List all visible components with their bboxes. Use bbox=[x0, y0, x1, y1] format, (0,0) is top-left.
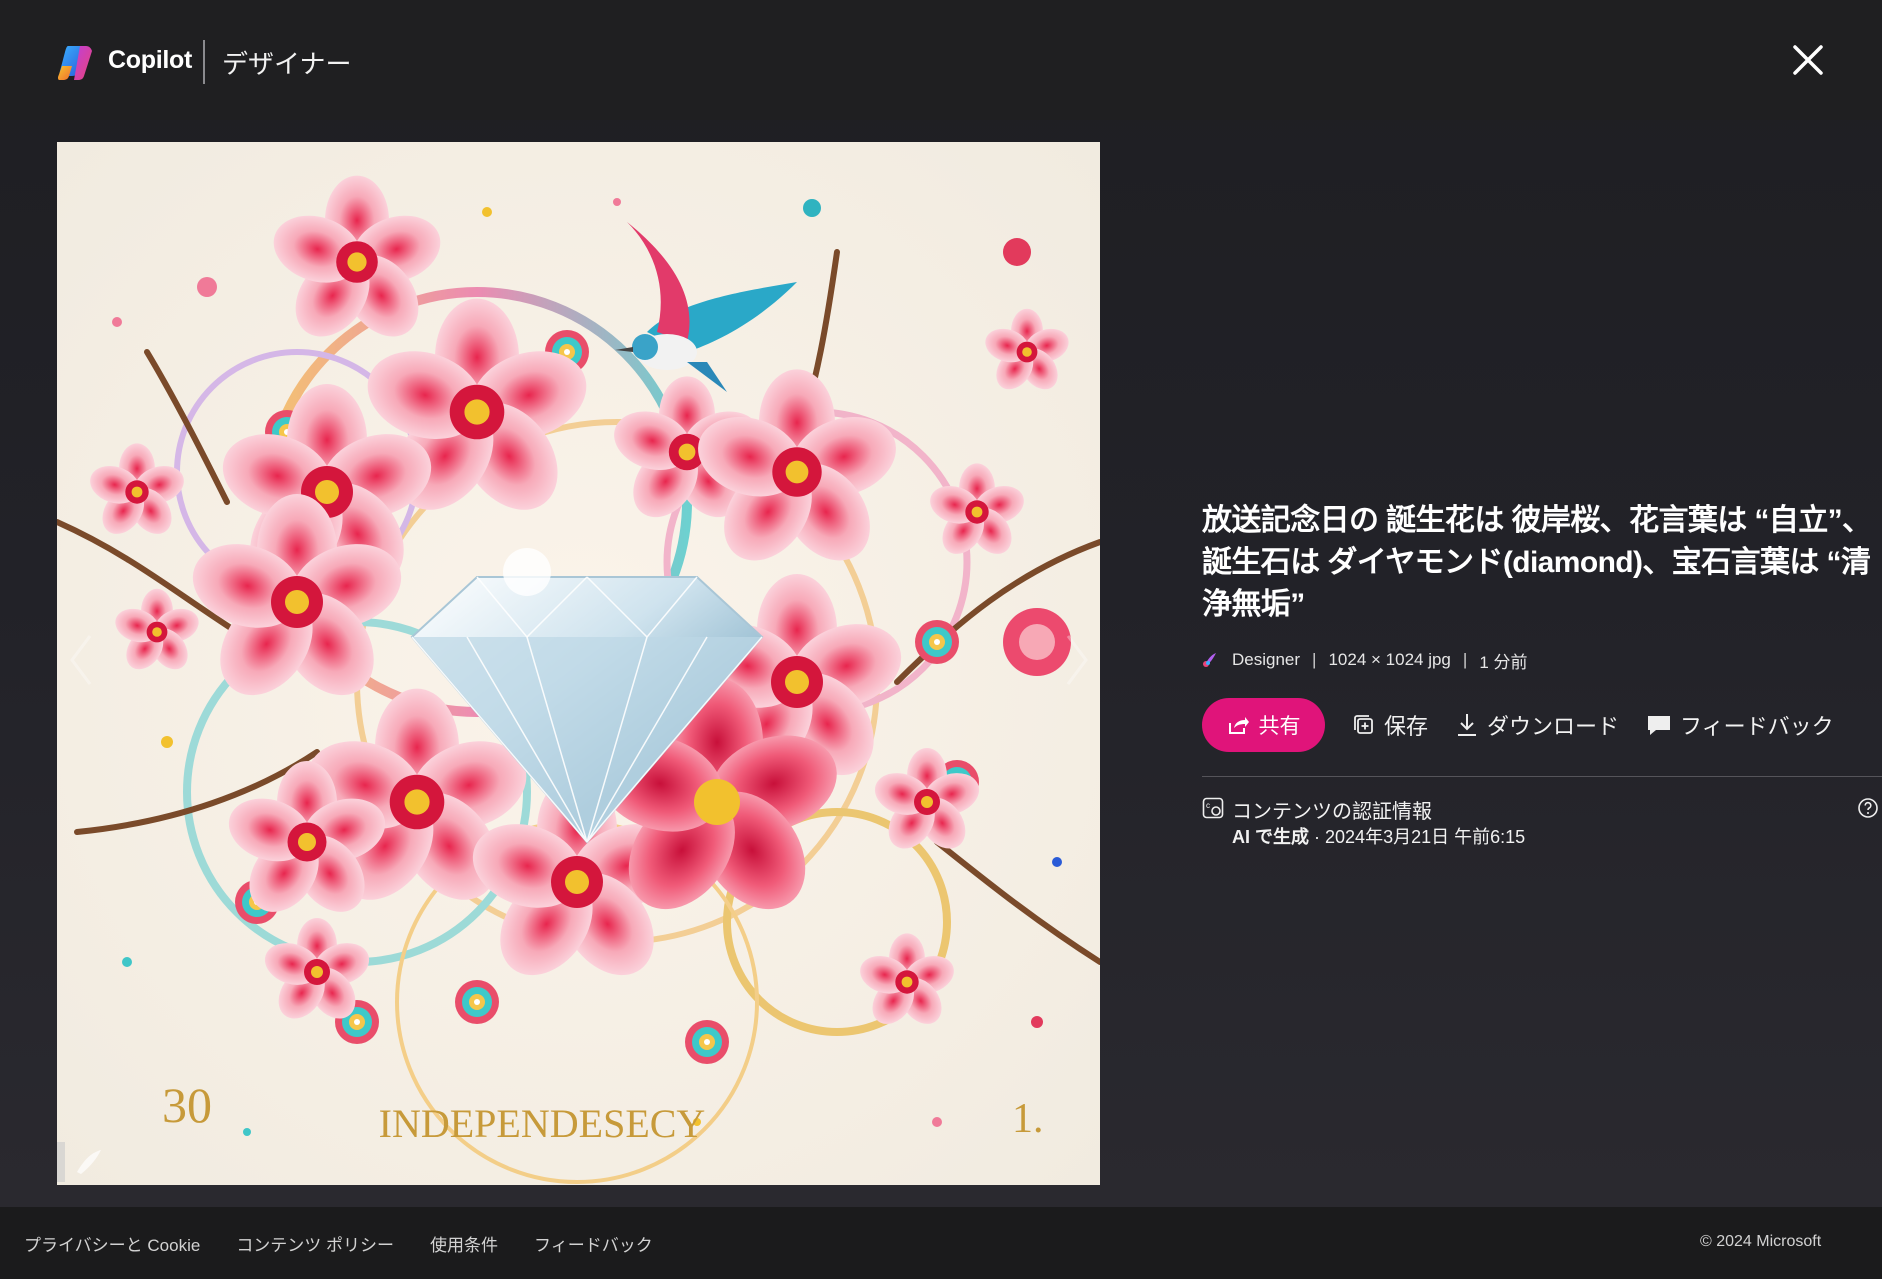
credentials-detail: AI で生成 · 2024年3月21日 午前6:15 bbox=[1232, 823, 1525, 849]
divider bbox=[1202, 776, 1882, 777]
meta-separator: | bbox=[1462, 650, 1468, 669]
feedback-button[interactable]: フィードバック bbox=[1646, 709, 1834, 741]
image-text-left: 30 bbox=[162, 1077, 212, 1133]
copilot-logo-icon[interactable] bbox=[58, 44, 96, 80]
download-label: ダウンロード bbox=[1487, 714, 1620, 739]
meta-size: 1024 × 1024 jpg bbox=[1328, 650, 1451, 669]
footer-link-feedback[interactable]: フィードバック bbox=[534, 1231, 653, 1256]
footer-links: プライバシーと Cookie コンテンツ ポリシー 使用条件 フィードバック bbox=[24, 1231, 689, 1256]
meta-separator: | bbox=[1312, 650, 1317, 669]
footer: プライバシーと Cookie コンテンツ ポリシー 使用条件 フィードバック ©… bbox=[0, 1207, 1882, 1279]
save-collection-icon bbox=[1354, 715, 1373, 734]
brand-name[interactable]: Copilot bbox=[108, 46, 192, 75]
chevron-right-icon[interactable] bbox=[1062, 630, 1092, 690]
copyright: © 2024 Microsoft bbox=[1700, 1233, 1822, 1250]
footer-link-privacy[interactable]: プライバシーと Cookie bbox=[24, 1231, 200, 1256]
generated-image[interactable]: INDEPENDESECY 30 1. bbox=[57, 142, 1100, 1185]
share-icon bbox=[1228, 717, 1249, 734]
feedback-label: フィードバック bbox=[1680, 714, 1834, 739]
credentials-ai-label: AI で生成 bbox=[1232, 827, 1310, 847]
share-label: 共有 bbox=[1258, 715, 1301, 738]
action-bar: 共有 保存 ダウンロード フィードバック bbox=[1202, 698, 1882, 752]
product-name[interactable]: デザイナー bbox=[222, 44, 351, 81]
save-label: 保存 bbox=[1384, 714, 1429, 739]
designer-icon bbox=[1203, 653, 1216, 667]
content-credentials-icon: c bbox=[1202, 797, 1224, 819]
footer-link-content-policy[interactable]: コンテンツ ポリシー bbox=[236, 1231, 394, 1256]
meta-time: 1 分前 bbox=[1479, 652, 1528, 672]
image-text-main: INDEPENDESECY bbox=[379, 1101, 706, 1146]
brand-divider bbox=[203, 40, 205, 84]
download-icon bbox=[1458, 714, 1477, 736]
close-icon[interactable] bbox=[1788, 40, 1828, 80]
credentials-date: · 2024年3月21日 午前6:15 bbox=[1314, 827, 1526, 847]
image-title: 放送記念日の 誕生花は 彼岸桜、花言葉は “自立”、誕生石は ダイヤモンド(di… bbox=[1202, 504, 1872, 621]
details-pane: 放送記念日の 誕生花は 彼岸桜、花言葉は “自立”、誕生石は ダイヤモンド(di… bbox=[1202, 500, 1882, 851]
image-meta: Designer | 1024 × 1024 jpg | 1 分前 bbox=[1202, 648, 1882, 672]
header: Copilot デザイナー bbox=[0, 0, 1882, 120]
download-button[interactable]: ダウンロード bbox=[1455, 709, 1619, 741]
feedback-icon bbox=[1648, 716, 1671, 735]
chevron-left-icon[interactable] bbox=[66, 630, 96, 690]
footer-link-terms[interactable]: 使用条件 bbox=[430, 1231, 498, 1256]
content-credentials: c コンテンツの認証情報 AI で生成 · 2024年3月21日 午前6:15 bbox=[1202, 795, 1882, 851]
share-button[interactable]: 共有 bbox=[1202, 698, 1325, 752]
meta-source: Designer bbox=[1232, 650, 1301, 669]
svg-text:c: c bbox=[1206, 801, 1210, 810]
help-icon[interactable] bbox=[1857, 797, 1879, 819]
save-button[interactable]: 保存 bbox=[1352, 709, 1428, 741]
image-text-right: 1. bbox=[1012, 1096, 1044, 1142]
credentials-title: コンテンツの認証情報 bbox=[1232, 801, 1432, 823]
